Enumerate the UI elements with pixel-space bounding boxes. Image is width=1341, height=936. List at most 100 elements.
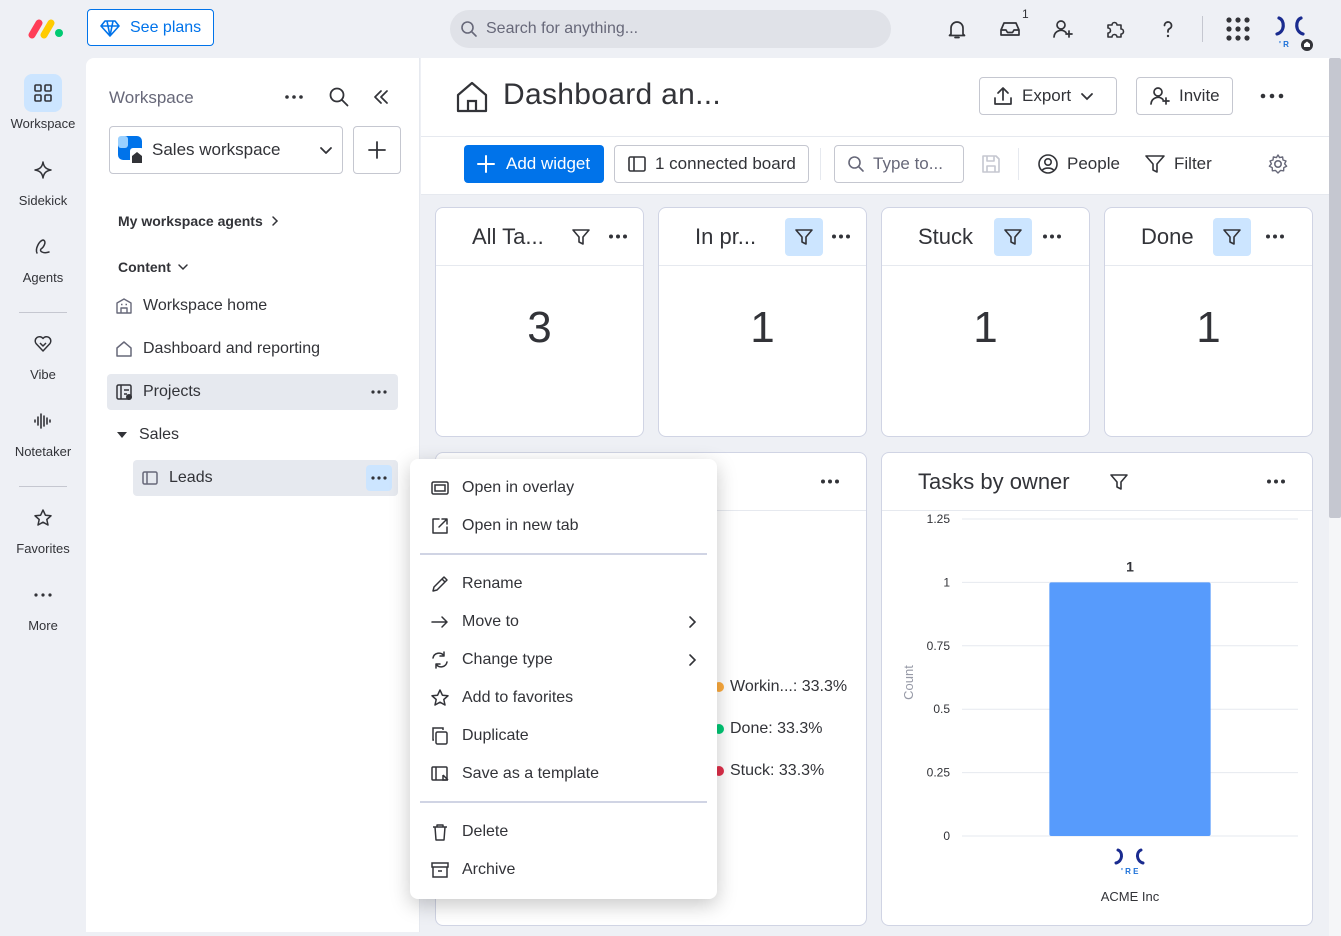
filter-icon[interactable] [562, 218, 600, 256]
rail-workspace[interactable]: Workspace [0, 74, 86, 131]
sidebar-more-icon[interactable] [283, 86, 305, 108]
invite-member-icon[interactable] [1049, 15, 1077, 43]
arrow-right-icon [430, 612, 450, 632]
rail-more-label: More [28, 618, 58, 633]
widget-value: 1 [973, 303, 998, 352]
menu-duplicate[interactable]: Duplicate [430, 721, 700, 751]
widget-header: Tasks by owner [882, 453, 1312, 511]
menu-archive[interactable]: Archive [430, 855, 700, 885]
people-label: People [1067, 154, 1120, 173]
sidebar-item-dashboard[interactable]: Dashboard and reporting [107, 331, 398, 367]
workspace-sidebar: Workspace Sales workspace My workspace a… [86, 58, 420, 932]
page-scrollbar[interactable] [1329, 58, 1341, 936]
invite-button[interactable]: Invite [1136, 77, 1233, 115]
menu-move-to[interactable]: Move to [430, 607, 700, 637]
menu-open-new-tab[interactable]: Open in new tab [430, 511, 700, 541]
filter-button[interactable]: Filter [1144, 145, 1212, 183]
dashboard-home-icon [455, 80, 489, 114]
external-link-icon [430, 516, 450, 536]
widget-value: 1 [750, 303, 775, 352]
people-filter-button[interactable]: People [1037, 145, 1120, 183]
filter-icon[interactable] [1100, 463, 1138, 501]
y-tick-label: 1 [943, 575, 950, 589]
board-icon [141, 469, 159, 487]
widget-search-input[interactable]: Type to... [834, 145, 964, 183]
widget-card-tasks-by-owner[interactable]: Tasks by owner 1.25 1 0.75 0.5 0.25 0 Count 1 ' … [881, 452, 1313, 926]
puzzle-icon[interactable] [1101, 15, 1129, 43]
widget-header: Done [1105, 208, 1312, 266]
connected-boards-button[interactable]: 1 connected board [614, 145, 809, 183]
rail-divider [19, 312, 67, 313]
widget-more-icon[interactable] [1263, 226, 1287, 246]
monday-logo[interactable] [28, 17, 66, 39]
sidebar-item-label: Leads [169, 469, 213, 486]
sidebar-search-icon[interactable] [328, 86, 350, 108]
rail-agents[interactable]: Agents [0, 228, 86, 285]
content-section-label: Content [118, 259, 171, 275]
menu-add-to-favorites[interactable]: Add to favorites [430, 683, 700, 713]
filter-icon[interactable] [994, 218, 1032, 256]
rail-more[interactable]: More [0, 576, 86, 633]
search-input[interactable]: Search for anything... [450, 10, 891, 48]
collapse-sidebar-icon[interactable] [370, 86, 392, 108]
save-icon[interactable] [980, 153, 1002, 175]
filter-icon[interactable] [785, 218, 823, 256]
building-icon [115, 297, 133, 315]
legend-label: Stuck: 33.3% [730, 762, 825, 779]
widget-title: In pr... [695, 224, 757, 249]
menu-delete[interactable]: Delete [430, 817, 700, 847]
page-more-icon[interactable] [1259, 86, 1285, 106]
menu-label: Rename [462, 575, 523, 592]
sidebar-folder-sales[interactable]: Sales [107, 417, 398, 453]
widget-more-icon[interactable] [1040, 226, 1064, 246]
widget-card-stuck[interactable]: Stuck 1 [881, 207, 1090, 437]
widget-value: 1 [1196, 303, 1221, 352]
settings-gear-icon[interactable] [1267, 153, 1289, 175]
see-plans-button[interactable]: See plans [87, 9, 214, 46]
scrollbar-thumb[interactable] [1329, 58, 1341, 518]
rail-notetaker[interactable]: Notetaker [0, 402, 86, 459]
filter-icon[interactable] [1213, 218, 1251, 256]
help-icon[interactable] [1154, 15, 1182, 43]
workspace-agents-link[interactable]: My workspace agents [118, 213, 281, 229]
workspace-selector[interactable]: Sales workspace [109, 126, 343, 174]
widget-more-icon[interactable] [818, 471, 842, 491]
chart-bar [1049, 582, 1211, 836]
menu-change-type[interactable]: Change type [430, 645, 700, 675]
agents-icon [24, 228, 62, 266]
widget-more-icon[interactable] [1264, 471, 1288, 491]
apps-grid-icon[interactable] [1224, 15, 1252, 43]
add-person-icon [1149, 85, 1171, 107]
connected-boards-label: 1 connected board [655, 154, 796, 173]
add-item-button[interactable] [353, 126, 401, 174]
widget-value: 3 [527, 303, 552, 352]
widget-card-in-progress[interactable]: In pr... 1 [658, 207, 867, 437]
inbox-icon[interactable] [996, 15, 1024, 43]
menu-save-as-template[interactable]: Save as a template [430, 759, 700, 789]
menu-open-overlay[interactable]: Open in overlay [430, 473, 700, 503]
leads-more-button[interactable] [366, 465, 392, 491]
widget-card-done[interactable]: Done 1 [1104, 207, 1313, 437]
sidebar-item-projects[interactable]: Projects [107, 374, 398, 410]
widget-card-all-tasks[interactable]: All Ta... 3 [435, 207, 644, 437]
add-widget-button[interactable]: Add widget [464, 145, 604, 183]
widget-more-icon[interactable] [829, 226, 853, 246]
menu-separator [420, 553, 707, 555]
menu-rename[interactable]: Rename [430, 569, 700, 599]
user-avatar[interactable]: ' R [1273, 14, 1315, 51]
sidebar-item-leads[interactable]: Leads [133, 460, 398, 496]
search-icon [460, 20, 478, 38]
bell-icon[interactable] [943, 15, 971, 43]
content-section-toggle[interactable]: Content [118, 259, 189, 275]
rail-sidekick[interactable]: Sidekick [0, 151, 86, 208]
menu-label: Open in overlay [462, 479, 575, 496]
y-tick-label: 0.25 [927, 766, 951, 780]
rail-favorites[interactable]: Favorites [0, 499, 86, 556]
widget-more-icon[interactable] [606, 226, 630, 246]
board-icon [115, 383, 133, 401]
projects-more-button[interactable] [366, 379, 392, 405]
legend-label: Done: 33.3% [730, 720, 823, 737]
sidebar-item-workspace-home[interactable]: Workspace home [107, 288, 398, 324]
rail-vibe[interactable]: Vibe [0, 325, 86, 382]
export-button[interactable]: Export [979, 77, 1117, 115]
